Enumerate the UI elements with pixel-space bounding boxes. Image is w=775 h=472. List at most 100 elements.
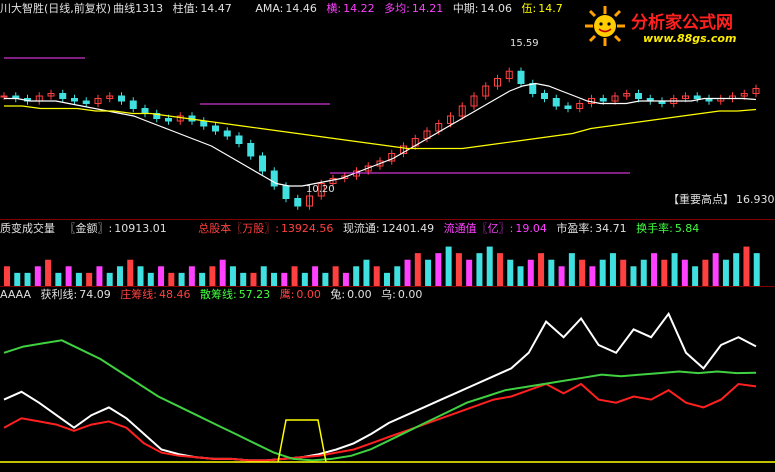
circ-label: 现流通: [342,222,380,235]
volume-bar [435,253,442,286]
volume-bar [579,259,586,286]
volume-bar [106,272,113,286]
volume-bar [527,259,534,286]
candle-body [129,100,137,109]
indicator-header: AAAA 获利线: 74.09 庄筹线: 48.46 散筹线: 57.23 鹰: 0.0… [0,288,428,302]
volume-bar [116,266,123,286]
total-shares-label: 总股本〖万股〗: [198,222,279,235]
indicator-line [3,382,757,462]
amount-value: 10913.01 [114,222,167,235]
volume-name: 质变成交量 [0,222,55,235]
candle-body [693,95,701,99]
volume-bar [86,272,93,286]
curve-label: 曲线1313 [113,2,164,15]
volume-bar [34,266,41,286]
volume-bar [96,266,103,286]
price-header: 川大智胜(日线,前复权) 曲线1313 柱值: 14.47 AMA: 14.46 横:… [0,2,569,16]
total-shares-value: 13924.56 [280,222,334,235]
volume-bar [271,272,278,286]
volume-bar [127,259,134,286]
pe-value: 34.71 [595,222,627,235]
volume-bar [147,272,154,286]
niao-label: 乌: [381,288,396,301]
volume-bar [353,266,360,286]
heng-value: 14.22 [343,2,375,15]
volume-bar [65,266,72,286]
candle-body [82,100,90,104]
volume-bar [753,253,760,286]
volume-bar [445,246,452,286]
amount-label: 〖金额〗: [64,222,113,235]
volume-bar [312,266,319,286]
wu-label: 伍: [521,2,537,15]
volume-bar [322,272,329,286]
volume-bar [558,266,565,286]
volume-bar [476,253,483,286]
tu-value: 0.00 [347,288,372,301]
sanchou-value: 57.23 [238,288,271,301]
circ-mv-value: 19.04 [515,222,547,235]
volume-bar [373,266,380,286]
volume-bar [250,272,257,286]
volume-bar [599,259,606,286]
volume-bar [260,266,267,286]
candle-body [0,95,8,98]
volume-bar [568,253,575,286]
volume-bar [630,266,637,286]
volume-bar [24,272,31,286]
volume-bar [651,253,658,286]
volume-bar [137,266,144,286]
volume-bar [661,259,668,286]
volume-bar [45,259,52,286]
volume-bar [455,253,462,286]
volume-bar [712,253,719,286]
indicator-line [3,311,757,462]
volume-bar [75,272,82,286]
volume-bar [332,266,339,286]
candle-body [282,185,290,199]
profit-label: 获利线: [40,288,78,301]
volume-bar [507,259,514,286]
tu-label: 兔: [330,288,346,301]
volume-bar [681,259,688,286]
circ-mv-label: 流通值〖亿〗: [443,222,514,235]
volume-bar [384,272,390,286]
panel-divider [0,219,775,220]
zhuwei-value: 14.47 [200,2,232,15]
price-chart [0,57,760,210]
volume-bar [209,266,216,286]
volume-bar [722,259,729,286]
candle-body [552,98,560,107]
volume-bar [14,272,21,286]
wu-value: 14.7 [538,2,563,15]
ying-label: 鹰: [279,288,295,301]
ma-line [4,82,757,187]
volume-bar [496,253,503,286]
candle-body [235,135,243,144]
candle-body [564,105,572,109]
indicator-chart [0,311,775,463]
volume-bar [363,259,370,286]
turnover-value: 5.84 [674,222,700,235]
ama-label: AMA: [255,2,284,15]
duojun-value: 14.21 [411,2,444,15]
candle-body [247,143,255,157]
candle-body [71,98,78,102]
volume-bar [692,266,699,286]
pe-label: 市盈率: [556,222,594,235]
zhongqi-value: 14.06 [480,2,513,15]
turnover-label: 换手率: [636,222,673,235]
volume-bar [4,266,10,286]
volume-chart [4,246,760,286]
candle-body [59,93,67,99]
volume-bar [178,272,185,286]
duojun-label: 多均: [384,2,410,15]
volume-bar [342,272,349,286]
volume-bar [158,266,165,286]
volume-bar [425,259,432,286]
candle-body [165,118,172,122]
volume-bar [466,259,473,286]
volume-bar [702,259,709,286]
volume-bar [640,259,647,286]
profit-value: 74.09 [79,288,111,301]
